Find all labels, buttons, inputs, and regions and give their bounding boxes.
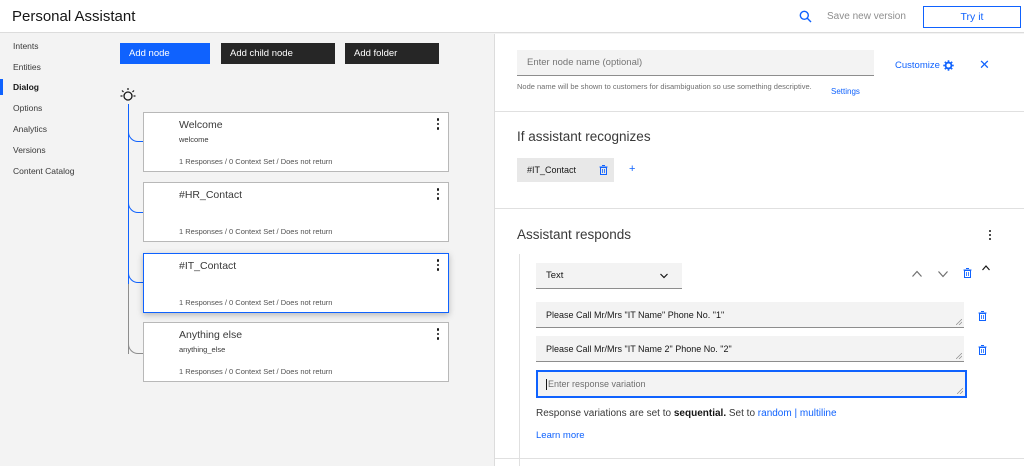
add-node-button[interactable]: Add node: [120, 43, 210, 64]
dialog-node-welcome[interactable]: Welcome welcome 1 Responses / 0 Context …: [143, 112, 449, 172]
response-type-value: Text: [546, 270, 564, 281]
close-icon[interactable]: ✕: [979, 57, 990, 73]
node-condition: welcome: [179, 135, 209, 144]
node-condition: anything_else: [179, 345, 226, 354]
overflow-menu-icon[interactable]: [436, 259, 440, 272]
variation-mode-prefix: Response variations are set to: [536, 408, 674, 419]
divider: [495, 458, 1024, 459]
sidebar-item-content-catalog[interactable]: Content Catalog: [0, 163, 110, 179]
trash-icon[interactable]: [978, 345, 987, 355]
tree-connector: [128, 342, 143, 354]
sidebar-item-options[interactable]: Options: [0, 100, 110, 116]
node-name-helper-text: Node name will be shown to customers for…: [517, 82, 812, 91]
set-to-label: Set to: [726, 408, 758, 419]
node-meta: 1 Responses / 0 Context Set / Does not r…: [179, 367, 333, 376]
move-up-icon[interactable]: [912, 270, 922, 278]
node-meta: 1 Responses / 0 Context Set / Does not r…: [179, 227, 333, 236]
gear-icon: [943, 60, 954, 71]
trash-icon[interactable]: [599, 165, 608, 175]
sidebar-item-versions[interactable]: Versions: [0, 142, 110, 158]
chevron-down-icon: [660, 273, 668, 279]
node-title: #IT_Contact: [179, 260, 237, 272]
variation-mode-current: sequential.: [673, 408, 727, 419]
try-it-button[interactable]: Try it: [923, 6, 1021, 28]
resize-grip-icon[interactable]: [956, 319, 962, 325]
dialog-node-it-contact[interactable]: #IT_Contact 1 Responses / 0 Context Set …: [143, 253, 449, 313]
overflow-menu-icon[interactable]: [989, 230, 992, 240]
resize-grip-icon[interactable]: [956, 353, 962, 359]
save-new-version-button[interactable]: Save new version: [827, 11, 906, 22]
overflow-menu-icon[interactable]: [436, 188, 440, 201]
new-response-variation-input[interactable]: Enter response variation: [536, 370, 967, 398]
node-title: Welcome: [179, 119, 223, 131]
resize-grip-icon[interactable]: [957, 388, 963, 394]
response-type-select[interactable]: Text: [536, 263, 682, 289]
tree-connector: [128, 271, 143, 283]
customize-button[interactable]: Customize: [895, 60, 954, 71]
add-condition-button[interactable]: +: [629, 163, 635, 175]
node-title: #HR_Contact: [179, 189, 243, 201]
link-separator: |: [791, 408, 800, 419]
divider: [495, 208, 1024, 209]
overflow-menu-icon[interactable]: [436, 118, 440, 131]
learn-more-link[interactable]: Learn more: [536, 430, 585, 441]
response-variation-text: Please Call Mr/Mrs "IT Name 2" Phone No.…: [546, 343, 732, 354]
sidebar-item-dialog[interactable]: Dialog: [0, 79, 110, 95]
node-title: Anything else: [179, 329, 243, 341]
dialog-node-anything-else[interactable]: Anything else anything_else 1 Responses …: [143, 322, 449, 382]
response-variation-text: Please Call Mr/Mrs "IT Name" Phone No. "…: [546, 309, 725, 320]
if-assistant-recognizes-heading: If assistant recognizes: [517, 129, 651, 144]
response-variation-field[interactable]: Please Call Mr/Mrs "IT Name" Phone No. "…: [536, 302, 964, 328]
add-folder-button[interactable]: Add folder: [345, 43, 439, 64]
overflow-menu-icon[interactable]: [436, 328, 440, 341]
move-down-icon[interactable]: [938, 270, 948, 278]
app-header: Personal Assistant Save new version Try …: [0, 0, 1024, 33]
node-name-input[interactable]: [517, 50, 874, 76]
tree-connector: [128, 130, 143, 142]
tree-connector: [128, 201, 143, 213]
settings-link[interactable]: Settings: [831, 87, 860, 96]
new-response-variation-placeholder: Enter response variation: [548, 379, 646, 389]
add-child-node-button[interactable]: Add child node: [221, 43, 335, 64]
trash-icon[interactable]: [978, 311, 987, 321]
customize-label: Customize: [895, 60, 940, 71]
app-title: Personal Assistant: [12, 8, 136, 25]
side-nav: Intents Entities Dialog Options Analytic…: [0, 34, 110, 466]
dialog-node-hr-contact[interactable]: #HR_Contact 1 Responses / 0 Context Set …: [143, 182, 449, 242]
multiline-link[interactable]: multiline: [800, 408, 837, 419]
variation-mode-text: Response variations are set to sequentia…: [536, 408, 837, 419]
assistant-responds-heading: Assistant responds: [517, 227, 632, 242]
condition-tag-label: #IT_Contact: [527, 165, 577, 175]
search-icon[interactable]: [799, 10, 812, 23]
random-link[interactable]: random: [758, 408, 792, 419]
divider: [495, 111, 1024, 112]
collapse-icon[interactable]: [982, 265, 990, 271]
node-meta: 1 Responses / 0 Context Set / Does not r…: [179, 298, 333, 307]
node-meta: 1 Responses / 0 Context Set / Does not r…: [179, 157, 333, 166]
node-editor-panel: Node name will be shown to customers for…: [494, 34, 1024, 466]
trash-icon[interactable]: [963, 268, 972, 278]
sidebar-item-entities[interactable]: Entities: [0, 59, 110, 75]
text-cursor: [546, 378, 547, 390]
sidebar-item-analytics[interactable]: Analytics: [0, 121, 110, 137]
sidebar-item-intents[interactable]: Intents: [0, 38, 110, 54]
lightbulb-icon: [120, 88, 136, 101]
response-variation-field[interactable]: Please Call Mr/Mrs "IT Name 2" Phone No.…: [536, 336, 964, 362]
